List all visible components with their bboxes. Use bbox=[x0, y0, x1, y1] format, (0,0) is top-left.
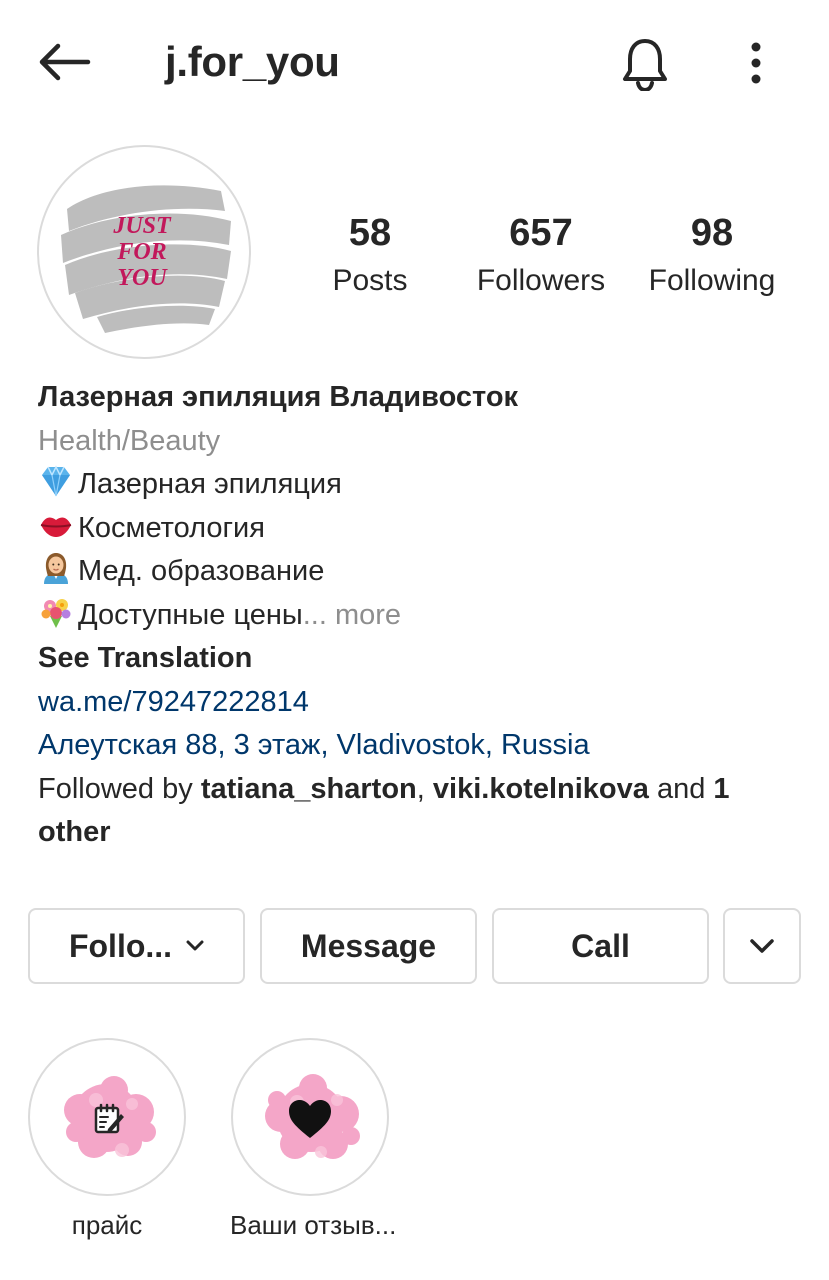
bio-line: Доступные цены... more bbox=[38, 594, 798, 638]
logo-text-line: FOR bbox=[116, 239, 166, 265]
posts-count[interactable]: 58 Posts bbox=[310, 208, 430, 304]
diamond-emoji-icon bbox=[42, 465, 70, 497]
bio-line: Лазерная эпиляция bbox=[38, 463, 798, 507]
message-button[interactable]: Message bbox=[260, 908, 477, 984]
followed-by-separator: , bbox=[416, 772, 425, 805]
vertical-ellipsis-icon bbox=[751, 42, 761, 84]
bio-ellipsis: ... bbox=[302, 598, 327, 631]
profile-bio: Лазерная эпиляция Владивосток Health/Bea… bbox=[38, 376, 798, 855]
bio-line-text: Лазерная эпиляция bbox=[78, 468, 342, 500]
bio-line-text: Доступные цены bbox=[78, 598, 303, 631]
stat-label: Following bbox=[648, 264, 776, 297]
brand-logo-icon: JUST FOR YOU bbox=[61, 185, 231, 333]
stat-value: 98 bbox=[690, 212, 734, 254]
highlight-cover bbox=[36, 1046, 178, 1188]
following-count[interactable]: 98 Following bbox=[638, 208, 786, 304]
followed-by-user[interactable]: tatiana_sharton bbox=[201, 773, 417, 805]
highlight-label: Ваши отзыв... bbox=[230, 1210, 397, 1240]
arrow-left-icon bbox=[39, 43, 91, 81]
followed-by-connector: and bbox=[656, 772, 706, 805]
bio-line-text: Косметология bbox=[78, 511, 265, 544]
bio-address-link[interactable]: Алеутская 88, 3 этаж, Vladivostok, Russi… bbox=[38, 724, 798, 768]
call-button[interactable]: Call bbox=[492, 908, 709, 984]
bio-website-link[interactable]: wa.me/79247222814 bbox=[38, 681, 798, 725]
profile-display-name: Лазерная эпиляция Владивосток bbox=[38, 381, 519, 413]
profile-category: Health/Beauty bbox=[38, 424, 221, 457]
message-button-label: Message bbox=[300, 927, 437, 964]
highlight-reviews[interactable]: Ваши отзыв... bbox=[230, 1038, 397, 1241]
profile-avatar[interactable]: JUST FOR YOU bbox=[37, 145, 251, 359]
highlight-label: прайс bbox=[71, 1210, 143, 1240]
logo-text-line: JUST bbox=[112, 213, 172, 239]
stat-value: 657 bbox=[509, 212, 573, 254]
call-button-label: Call bbox=[571, 927, 630, 964]
highlight-price[interactable]: прайс bbox=[27, 1038, 187, 1241]
bio-more-link[interactable]: more bbox=[335, 599, 401, 631]
follow-button[interactable]: Follo... bbox=[28, 908, 245, 984]
bio-line: Мед. образование bbox=[38, 550, 798, 594]
highlight-ring bbox=[231, 1038, 389, 1196]
follow-button-label: Follo... bbox=[68, 927, 173, 964]
chevron-down-icon bbox=[750, 939, 774, 953]
bell-icon bbox=[623, 39, 667, 91]
lips-emoji-icon bbox=[40, 517, 72, 537]
logo-text-line: YOU bbox=[117, 265, 168, 291]
profile-username: j.for_you bbox=[165, 38, 340, 85]
highlight-cover bbox=[239, 1046, 381, 1188]
followers-count[interactable]: 657 Followers bbox=[465, 208, 617, 304]
followed-by-prefix: Followed by bbox=[38, 772, 193, 805]
suggested-accounts-button[interactable] bbox=[723, 908, 801, 984]
notifications-button[interactable] bbox=[612, 30, 678, 96]
stat-label: Followers bbox=[476, 264, 606, 297]
bio-line-text: Мед. образование bbox=[78, 555, 325, 587]
top-bar: j.for_you bbox=[0, 0, 829, 124]
highlight-ring bbox=[28, 1038, 186, 1196]
options-button[interactable] bbox=[730, 34, 782, 92]
health-worker-emoji-icon bbox=[44, 553, 68, 584]
bio-line: Косметология bbox=[38, 507, 798, 551]
bouquet-emoji-icon bbox=[41, 598, 71, 628]
chevron-down-icon bbox=[186, 940, 204, 951]
followed-by-text[interactable]: Followed by tatiana_sharton, viki.koteln… bbox=[38, 768, 798, 855]
see-translation-link[interactable]: See Translation bbox=[38, 637, 798, 681]
stat-value: 58 bbox=[348, 212, 392, 254]
back-button[interactable] bbox=[32, 36, 96, 88]
followed-by-user[interactable]: viki.kotelnikova bbox=[433, 773, 649, 805]
stat-label: Posts bbox=[332, 264, 408, 297]
